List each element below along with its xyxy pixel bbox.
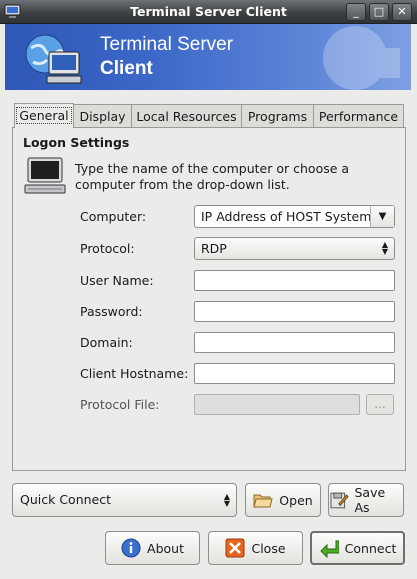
computer-label: Computer:: [80, 209, 147, 224]
domain-label: Domain:: [80, 335, 133, 350]
minimize-button[interactable]: _: [346, 3, 366, 21]
folder-open-icon: [253, 494, 273, 508]
close-button-label: Close: [251, 540, 286, 556]
chevron-down-icon[interactable]: ▼: [370, 206, 394, 227]
about-button[interactable]: About: [105, 531, 200, 565]
logon-settings-heading: Logon Settings: [23, 135, 130, 150]
up-down-arrows-icon: ▲ ▼: [223, 492, 230, 508]
tab-local-resources[interactable]: Local Resources: [131, 104, 242, 128]
protocol-file-browse-button: ...: [366, 394, 394, 415]
client-hostname-input[interactable]: [194, 363, 395, 384]
window-close-button[interactable]: ✕: [392, 3, 412, 21]
close-icon: [225, 538, 245, 558]
computer-icon: [24, 157, 66, 194]
up-down-arrows-icon: ▲ ▼: [381, 240, 388, 256]
user-name-input[interactable]: [194, 270, 395, 291]
quick-connect-value: Quick Connect: [20, 492, 112, 507]
computer-combo[interactable]: IP Address of HOST System ▼: [194, 205, 395, 228]
save-as-button-label: Save As: [354, 485, 386, 515]
save-as-icon: [330, 492, 349, 509]
domain-input[interactable]: [194, 332, 395, 353]
tab-performance[interactable]: Performance: [313, 104, 404, 128]
password-input[interactable]: [194, 301, 395, 322]
password-label: Password:: [80, 304, 143, 319]
tab-programs[interactable]: Programs: [241, 104, 314, 128]
protocol-select[interactable]: RDP ▲ ▼: [194, 237, 395, 260]
title-bar: Terminal Server Client _ □ ✕: [0, 0, 417, 24]
client-hostname-label: Client Hostname:: [80, 366, 189, 381]
protocol-file-input: [194, 394, 360, 415]
banner-title-line2: Client: [100, 58, 153, 79]
quick-connect-select[interactable]: Quick Connect ▲ ▼: [12, 483, 237, 517]
tab-general[interactable]: General: [14, 103, 74, 128]
connect-button[interactable]: Connect: [310, 531, 405, 565]
about-button-label: About: [147, 540, 184, 556]
logon-hint-text: Type the name of the computer or choose …: [75, 161, 350, 192]
protocol-file-label: Protocol File:: [80, 397, 160, 412]
tab-general-label: General: [16, 107, 72, 124]
protocol-value: RDP: [201, 241, 227, 256]
header-banner: Terminal Server Client: [5, 24, 411, 90]
user-name-label: User Name:: [80, 273, 154, 288]
open-button-label: Open: [279, 492, 313, 508]
open-button[interactable]: Open: [245, 483, 321, 517]
connect-arrow-icon: [319, 540, 339, 558]
watermark-computer-icon: [323, 26, 400, 90]
close-button[interactable]: Close: [208, 531, 303, 565]
info-icon: [121, 538, 141, 558]
computer-value[interactable]: IP Address of HOST System: [201, 209, 371, 224]
globe-computer-icon: [25, 34, 82, 84]
save-as-button[interactable]: Save As: [328, 483, 404, 517]
banner-title-line1: Terminal Server: [100, 34, 234, 55]
tab-display[interactable]: Display: [73, 104, 132, 128]
maximize-button[interactable]: □: [369, 3, 389, 21]
protocol-label: Protocol:: [80, 241, 135, 256]
connect-button-label: Connect: [344, 540, 397, 556]
